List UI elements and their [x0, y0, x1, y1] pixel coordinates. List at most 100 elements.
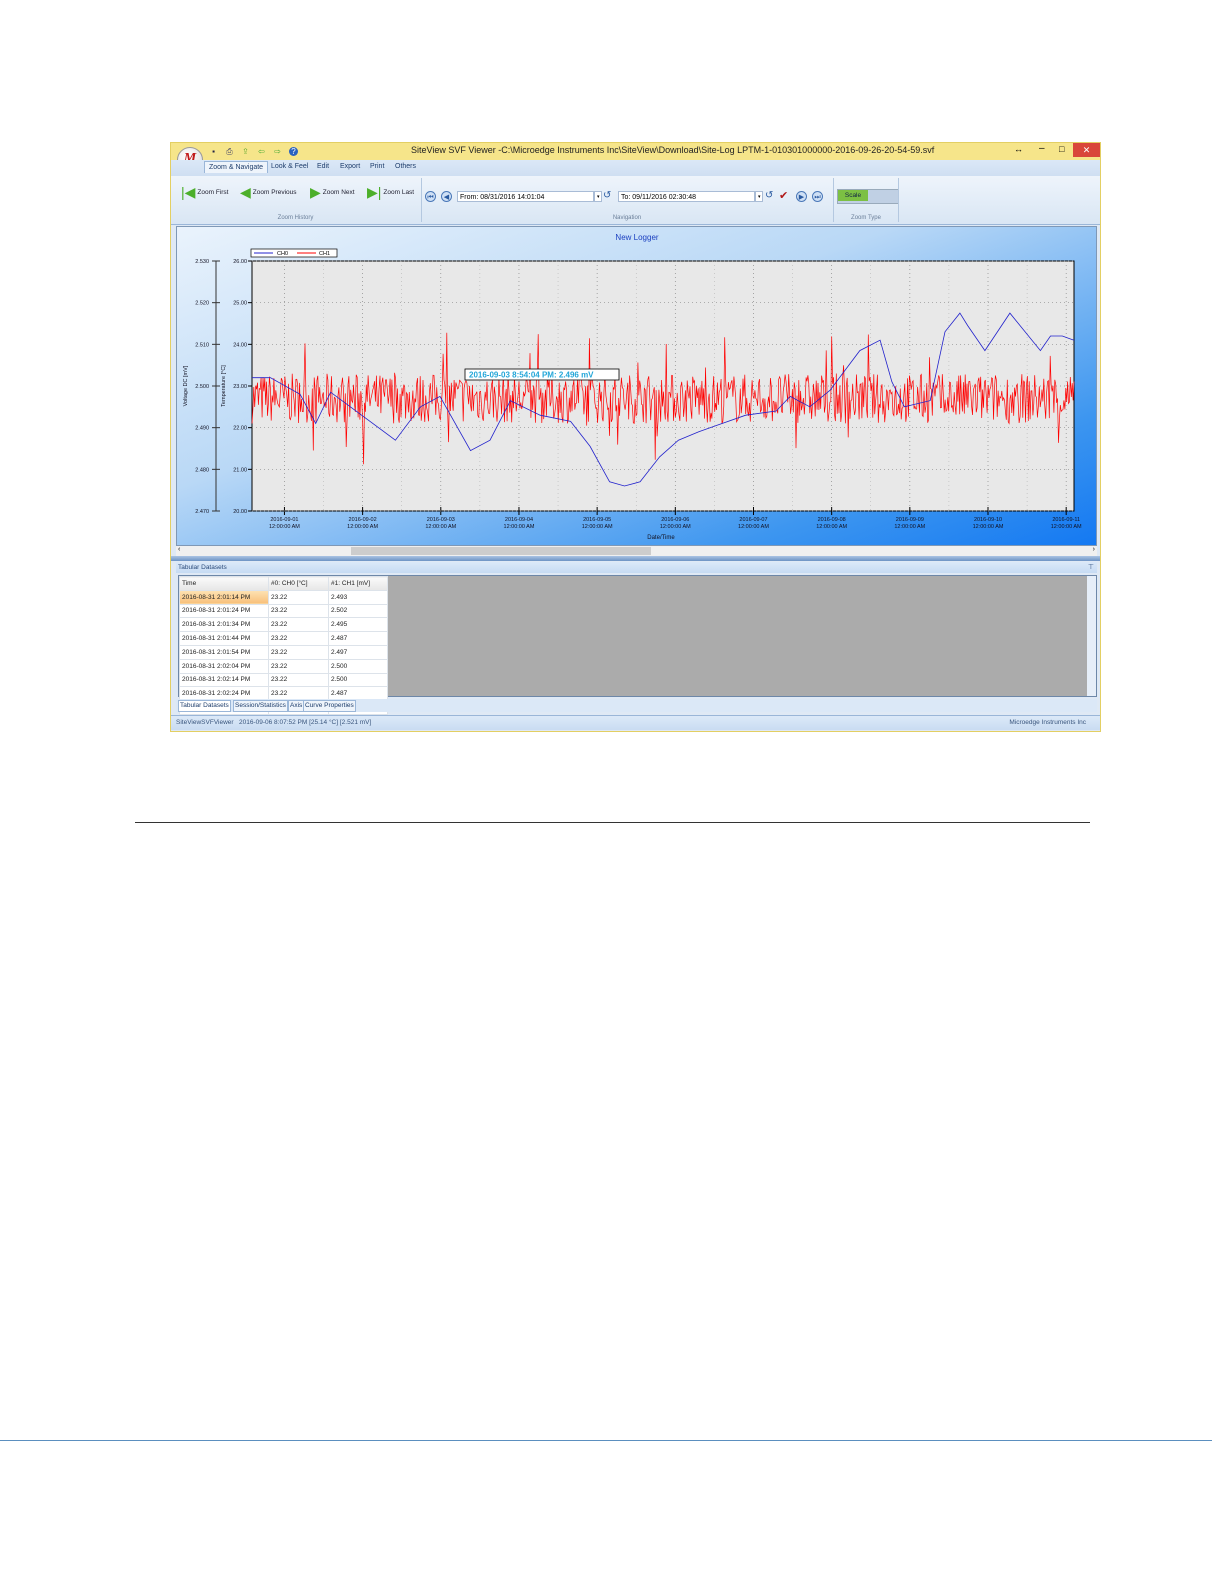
cell-time[interactable]: 2016-08-31 2:01:54 PM	[179, 644, 269, 660]
tab-zoom-navigate[interactable]: Zoom & Navigate	[204, 161, 269, 173]
x-tick-label: 2016-09-09	[896, 517, 924, 523]
table-row[interactable]: 2016-08-31 2:01:14 PM 23.22 2.493	[179, 589, 388, 605]
go-previous-button[interactable]: ◀	[441, 191, 452, 202]
minimize-button[interactable]: –	[1039, 143, 1045, 154]
cell-ch1[interactable]: 2.497	[328, 644, 388, 660]
to-dropdown-icon[interactable]: ▾	[755, 191, 763, 202]
voltage-tick-label: 2.490	[195, 426, 209, 432]
zoom-next-button[interactable]: ▶ Zoom Next	[310, 185, 355, 199]
cell-time[interactable]: 2016-08-31 2:01:44 PM	[179, 631, 269, 646]
temp-tick-label: 23.00	[233, 384, 247, 390]
tab-look-feel[interactable]: Look & Feel	[271, 163, 308, 170]
temp-tick-label: 21.00	[233, 467, 247, 473]
table-row[interactable]: 2016-08-31 2:01:24 PM 23.22 2.502	[179, 603, 388, 619]
cell-time[interactable]: 2016-08-31 2:01:14 PM	[179, 589, 269, 605]
table-row[interactable]: 2016-08-31 2:02:04 PM 23.22 2.500	[179, 658, 388, 674]
scale-toggle[interactable]: Scale	[837, 189, 899, 204]
from-dropdown-icon[interactable]: ▾	[594, 191, 602, 202]
tab-print[interactable]: Print	[370, 163, 384, 170]
resize-icon[interactable]: ↔	[1014, 144, 1023, 154]
cell-ch0[interactable]: 23.22	[268, 631, 329, 646]
help-icon[interactable]: ?	[289, 147, 298, 156]
table-row[interactable]: 2016-08-31 2:01:54 PM 23.22 2.497	[179, 644, 388, 660]
horizontal-scrollbar[interactable]: ‹ ›	[176, 546, 1097, 556]
cell-ch1[interactable]: 2.500	[328, 658, 388, 674]
x-tick-label: 2016-09-08	[818, 517, 846, 523]
close-button[interactable]: ✕	[1073, 143, 1100, 157]
panel-splitter[interactable]	[171, 556, 1100, 561]
go-last-button[interactable]: ⏭	[812, 191, 823, 202]
zoom-history-group-label: Zoom History	[277, 215, 314, 221]
scroll-right-icon[interactable]: ›	[1093, 546, 1095, 553]
cell-ch0[interactable]: 23.22	[268, 672, 329, 688]
table-row[interactable]: 2016-08-31 2:02:14 PM 23.22 2.500	[179, 672, 388, 688]
tab-others[interactable]: Others	[395, 163, 416, 170]
zoom-first-label: Zoom First	[197, 188, 229, 196]
zoom-previous-button[interactable]: ◀ Zoom Previous	[240, 185, 297, 199]
vertical-scrollbar[interactable]	[1087, 576, 1096, 696]
undo-icon[interactable]: ⇦	[257, 147, 266, 156]
tab-export[interactable]: Export	[340, 163, 360, 170]
save-icon[interactable]: ▪	[209, 147, 218, 156]
zoom-first-button[interactable]: |◀ Zoom First	[181, 185, 229, 199]
maximize-button[interactable]: □	[1059, 144, 1064, 154]
cell-time[interactable]: 2016-08-31 2:01:34 PM	[179, 617, 269, 633]
tab-tabular-datasets[interactable]: Tabular Datasets	[178, 700, 231, 712]
table-header-row: Time #0: CH0 [°C] #1: CH1 [mV]	[179, 576, 388, 591]
chart-svg[interactable]: New Logger2016-09-0112:00:00 AM2016-09-0…	[176, 226, 1097, 546]
voltage-tick-label: 2.520	[195, 301, 209, 307]
x-tick-time: 12:00:00 AM	[582, 524, 613, 530]
from-date-field[interactable]: From: 08/31/2016 14:01:04	[457, 191, 594, 202]
column-header-ch0[interactable]: #0: CH0 [°C]	[268, 576, 329, 591]
cell-ch0[interactable]: 23.22	[268, 617, 329, 633]
table-row[interactable]: 2016-08-31 2:01:44 PM 23.22 2.487	[179, 631, 388, 646]
tab-curve-properties[interactable]: Curve Properties	[303, 700, 356, 712]
reset-to-icon[interactable]: ↺	[765, 190, 773, 201]
cell-ch1[interactable]: 2.487	[328, 631, 388, 646]
scrollbar-thumb[interactable]	[351, 547, 651, 555]
x-tick-time: 12:00:00 AM	[816, 524, 847, 530]
table-row[interactable]: 2016-08-31 2:01:34 PM 23.22 2.495	[179, 617, 388, 633]
chart-panel[interactable]: New Logger 2016-09-01 12:00:00 AM 2016-09-0…	[176, 226, 1097, 546]
cell-ch0[interactable]: 23.22	[268, 644, 329, 660]
tab-axis[interactable]: Axis	[288, 700, 305, 712]
document-page: ▪ ⎙ ⇪ ⇦ ⇨ ? SiteView SVF Viewer -C:\Micr…	[0, 0, 1224, 1584]
zoom-next-label: Zoom Next	[322, 188, 355, 196]
data-table: Time #0: CH0 [°C] #1: CH1 [mV] 2016-08-3…	[179, 576, 388, 715]
cell-ch0[interactable]: 23.22	[268, 658, 329, 674]
pin-icon[interactable]: ⊤	[1088, 562, 1094, 573]
go-next-button[interactable]: ▶	[796, 191, 807, 202]
temp-tick-label: 22.00	[233, 426, 247, 432]
scroll-left-icon[interactable]: ‹	[178, 546, 180, 553]
tab-edit[interactable]: Edit	[317, 163, 329, 170]
zoom-last-icon: ▶|	[367, 184, 382, 200]
cell-ch1[interactable]: 2.502	[328, 603, 388, 619]
zoom-type-group-label: Zoom Type	[851, 215, 881, 221]
x-tick-time: 12:00:00 AM	[738, 524, 769, 530]
column-header-time[interactable]: Time	[179, 576, 269, 591]
cell-ch1[interactable]: 2.493	[328, 589, 388, 605]
voltage-tick-label: 2.500	[195, 384, 209, 390]
cell-ch1[interactable]: 2.500	[328, 672, 388, 688]
export-icon[interactable]: ⇪	[241, 147, 250, 156]
to-date-field[interactable]: To: 09/11/2016 02:30:48	[618, 191, 755, 202]
x-tick-time: 12:00:00 AM	[425, 524, 456, 530]
tab-session-statistics[interactable]: Session/Statistics	[233, 700, 288, 712]
print-icon[interactable]: ⎙	[225, 147, 234, 156]
cell-ch1[interactable]: 2.495	[328, 617, 388, 633]
column-header-ch1[interactable]: #1: CH1 [mV]	[328, 576, 388, 591]
voltage-tick-label: 2.510	[195, 342, 209, 348]
go-first-button[interactable]: ⏮	[425, 191, 436, 202]
redo-icon[interactable]: ⇨	[273, 147, 282, 156]
cell-time[interactable]: 2016-08-31 2:02:04 PM	[179, 658, 269, 674]
apply-check-icon[interactable]: ✔	[779, 189, 788, 202]
cell-ch0[interactable]: 23.22	[268, 603, 329, 619]
reset-from-icon[interactable]: ↺	[603, 190, 611, 201]
voltage-tick-label: 2.480	[195, 467, 209, 473]
cell-time[interactable]: 2016-08-31 2:02:14 PM	[179, 672, 269, 688]
voltage-tick-label: 2.470	[195, 509, 209, 515]
cell-ch0[interactable]: 23.22	[268, 589, 329, 605]
panel-title: Tabular Datasets	[178, 564, 227, 571]
zoom-last-button[interactable]: ▶| Zoom Last	[367, 184, 414, 200]
cell-time[interactable]: 2016-08-31 2:01:24 PM	[179, 603, 269, 619]
